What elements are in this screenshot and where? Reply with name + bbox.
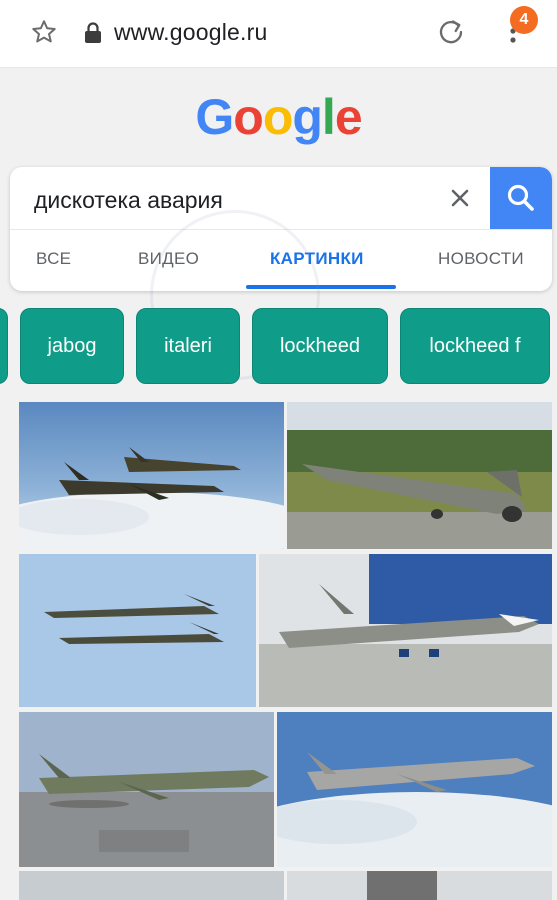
chip-partial[interactable] [0,308,8,384]
jet-image [19,871,284,900]
jet-image [259,554,552,707]
jet-image [19,402,284,549]
browser-toolbar: www.google.ru 4 [0,0,557,68]
jet-image [287,871,552,900]
clear-icon[interactable] [446,184,474,212]
chip-jabog[interactable]: jabog [20,308,124,384]
lock-icon [85,22,101,43]
search-button[interactable] [490,167,552,229]
search-input[interactable]: дискотека авария [34,187,223,214]
logo-letter: G [195,89,234,145]
image-result-jet-over-clouds[interactable] [277,712,552,867]
reload-icon[interactable] [436,17,466,47]
tab-news[interactable]: НОВОСТИ [438,249,524,269]
jet-image [277,712,552,867]
image-result-partial[interactable] [287,871,552,900]
image-result-two-jets-over-clouds[interactable] [19,402,284,549]
logo-letter: o [262,89,294,145]
logo-letter: e [334,89,363,145]
logo-letter: l [321,89,336,145]
tab-count-badge[interactable]: 4 [510,6,538,34]
chip-italeri[interactable]: italeri [136,308,240,384]
tab-all[interactable]: ВСЕ [36,249,71,269]
address-bar-url[interactable]: www.google.ru [114,19,267,46]
chip-lockheed[interactable]: lockheed [252,308,388,384]
logo-letter: o [233,89,264,145]
logo-letter: g [292,89,323,145]
image-result-jet-on-runway[interactable] [287,402,552,549]
jet-image [19,712,274,867]
chip-lockheed-f[interactable]: lockheed f [400,308,550,384]
jet-image [287,402,552,549]
image-result-two-jets-blue-sky[interactable] [19,554,256,707]
image-result-jet-on-display[interactable] [259,554,552,707]
jet-image [19,554,256,707]
google-logo: Google [0,88,557,146]
search-icon [507,184,534,211]
related-chips: jabog italeri lockheed lockheed f [0,308,557,386]
image-result-camo-jet-on-tarmac[interactable] [19,712,274,867]
bookmark-star-icon[interactable] [30,18,58,46]
image-result-partial[interactable] [19,871,284,900]
